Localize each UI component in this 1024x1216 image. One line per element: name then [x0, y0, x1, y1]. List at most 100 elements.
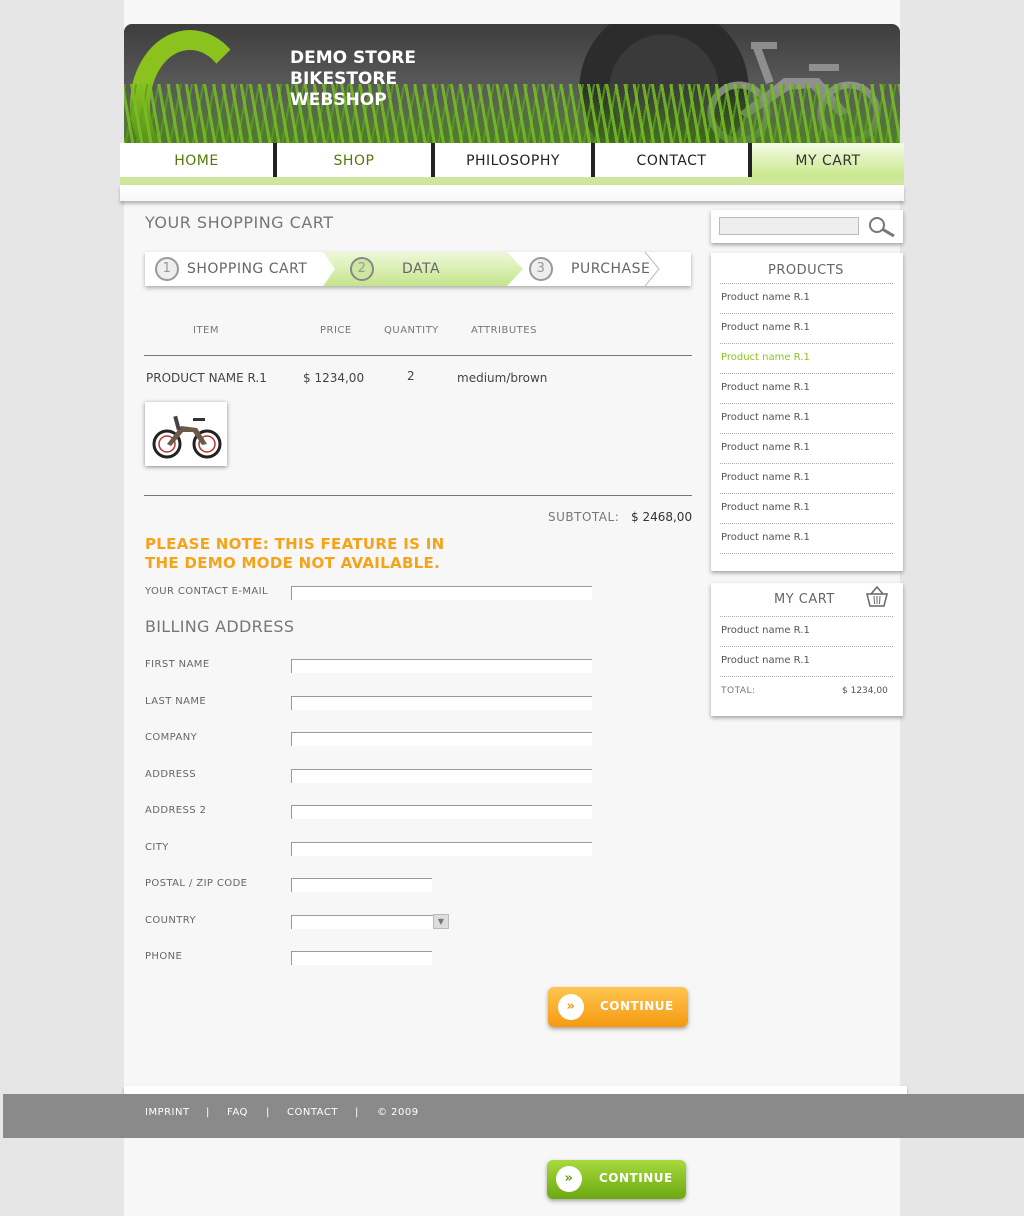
cart-item-attributes: medium/brown	[457, 371, 548, 385]
email-label: YOUR CONTACT E-MAIL	[145, 586, 268, 597]
store-title-line: WEBSHOP	[290, 90, 387, 110]
header-banner: DEMO STORE BIKESTORE WEBSHOP	[124, 24, 900, 154]
table-divider-bottom	[144, 495, 692, 496]
subtotal-value: $ 2468,00	[631, 510, 693, 524]
zip-field[interactable]	[291, 878, 432, 892]
footer-link-faq[interactable]: FAQ	[227, 1107, 248, 1118]
billing-heading: BILLING ADDRESS	[145, 617, 295, 636]
nav-philosophy[interactable]: PHILOSOPHY	[435, 143, 591, 177]
mini-cart-title: MY CART	[774, 592, 835, 607]
step-number: 2	[350, 257, 374, 281]
divider	[720, 373, 893, 374]
nav-shadow	[120, 185, 904, 201]
footer-link-contact[interactable]: CONTACT	[287, 1107, 338, 1118]
product-link[interactable]: Product name R.1	[721, 472, 810, 483]
bike-image-icon	[152, 415, 222, 459]
address2-label: ADDRESS 2	[145, 805, 207, 816]
chevron-down-icon[interactable]: ▼	[433, 914, 449, 929]
phone-label: PHONE	[145, 951, 183, 962]
step-label: DATA	[402, 261, 441, 277]
footer-link-imprint[interactable]: IMPRINT	[145, 1107, 190, 1118]
first-name-field[interactable]	[291, 659, 592, 673]
divider	[720, 676, 893, 677]
store-title[interactable]: DEMO STORE BIKESTORE WEBSHOP	[290, 48, 416, 111]
demo-notice-line: THE DEMO MODE NOT AVAILABLE.	[145, 554, 441, 572]
product-link[interactable]: Product name R.1	[721, 532, 810, 543]
nav-shop[interactable]: SHOP	[277, 143, 431, 177]
divider	[720, 646, 893, 647]
footer-separator: |	[206, 1107, 210, 1118]
footer-copyright: © 2009	[377, 1107, 419, 1118]
search-icon[interactable]	[866, 215, 896, 239]
first-name-label: FIRST NAME	[145, 659, 210, 670]
cart-item-name[interactable]: PRODUCT NAME R.1	[146, 371, 267, 385]
mini-cart-total-label: TOTAL:	[721, 686, 756, 696]
product-link[interactable]: Product name R.1	[721, 442, 810, 453]
basket-icon[interactable]	[865, 586, 889, 608]
nav-contact[interactable]: CONTACT	[595, 143, 748, 177]
zip-label: POSTAL / ZIP CODE	[145, 878, 248, 889]
product-thumbnail[interactable]	[145, 402, 227, 466]
demo-notice-line: PLEASE NOTE: THIS FEATURE IS IN	[145, 535, 445, 553]
main-nav: HOME SHOP PHILOSOPHY CONTACT MY CART	[120, 143, 904, 179]
nav-my-cart[interactable]: MY CART	[752, 143, 904, 177]
cart-item-quantity[interactable]: 2	[407, 369, 415, 383]
address-field[interactable]	[291, 769, 592, 783]
address-label: ADDRESS	[145, 769, 197, 780]
continue-button-label: CONTINUE	[599, 1171, 673, 1185]
search-input[interactable]	[719, 217, 859, 235]
step-purchase[interactable]: 3 PURCHASE	[529, 252, 650, 286]
footer-separator: |	[355, 1107, 359, 1118]
step-arrow-icon	[644, 252, 660, 286]
step-label: SHOPPING CART	[187, 261, 308, 277]
demo-notice: PLEASE NOTE: THIS FEATURE IS IN THE DEMO…	[145, 535, 445, 573]
last-name-field[interactable]	[291, 696, 592, 710]
divider	[720, 553, 893, 554]
product-link-active[interactable]: Product name R.1	[721, 352, 810, 363]
mini-cart-item[interactable]: Product name R.1	[721, 625, 810, 636]
divider	[720, 463, 893, 464]
mini-cart-total-value: $ 1234,00	[842, 686, 888, 696]
divider	[720, 523, 893, 524]
divider	[720, 433, 893, 434]
continue-button-alt[interactable]: » CONTINUE	[547, 1160, 686, 1199]
checkout-steps: 1 SHOPPING CART 2 DATA 3 PURCHASE	[145, 252, 691, 286]
country-label: COUNTRY	[145, 915, 196, 926]
company-label: COMPANY	[145, 732, 198, 743]
mini-cart-item[interactable]: Product name R.1	[721, 655, 810, 666]
country-select[interactable]	[291, 915, 433, 929]
email-field[interactable]	[291, 586, 592, 600]
product-link[interactable]: Product name R.1	[721, 412, 810, 423]
column-header-item: ITEM	[193, 325, 220, 336]
phone-field[interactable]	[291, 951, 432, 965]
column-header-attributes: ATTRIBUTES	[471, 325, 537, 336]
product-link[interactable]: Product name R.1	[721, 502, 810, 513]
nav-home[interactable]: HOME	[120, 143, 273, 177]
footer-top-bar	[124, 1086, 907, 1094]
divider	[720, 403, 893, 404]
last-name-label: LAST NAME	[145, 696, 207, 707]
divider	[720, 493, 893, 494]
continue-button[interactable]: » CONTINUE	[548, 987, 688, 1027]
step-number: 1	[155, 257, 179, 281]
step-number: 3	[529, 257, 553, 281]
divider	[720, 616, 893, 617]
nav-underline	[120, 177, 904, 185]
address2-field[interactable]	[291, 805, 592, 819]
double-chevron-right-icon: »	[556, 1166, 582, 1192]
store-title-line: BIKESTORE	[290, 69, 398, 89]
column-header-quantity: QUANTITY	[384, 325, 439, 336]
column-header-price: PRICE	[320, 325, 352, 336]
step-data[interactable]: 2 DATA	[350, 252, 440, 286]
product-link[interactable]: Product name R.1	[721, 322, 810, 333]
product-link[interactable]: Product name R.1	[721, 382, 810, 393]
products-title: PRODUCTS	[768, 263, 844, 278]
step-shopping-cart[interactable]: 1 SHOPPING CART	[155, 252, 307, 286]
divider	[720, 313, 893, 314]
company-field[interactable]	[291, 732, 592, 746]
product-link[interactable]: Product name R.1	[721, 292, 810, 303]
city-field[interactable]	[291, 842, 592, 856]
subtotal-label: SUBTOTAL:	[548, 510, 620, 524]
continue-button-label: CONTINUE	[600, 999, 674, 1013]
step-label: PURCHASE	[571, 261, 651, 277]
